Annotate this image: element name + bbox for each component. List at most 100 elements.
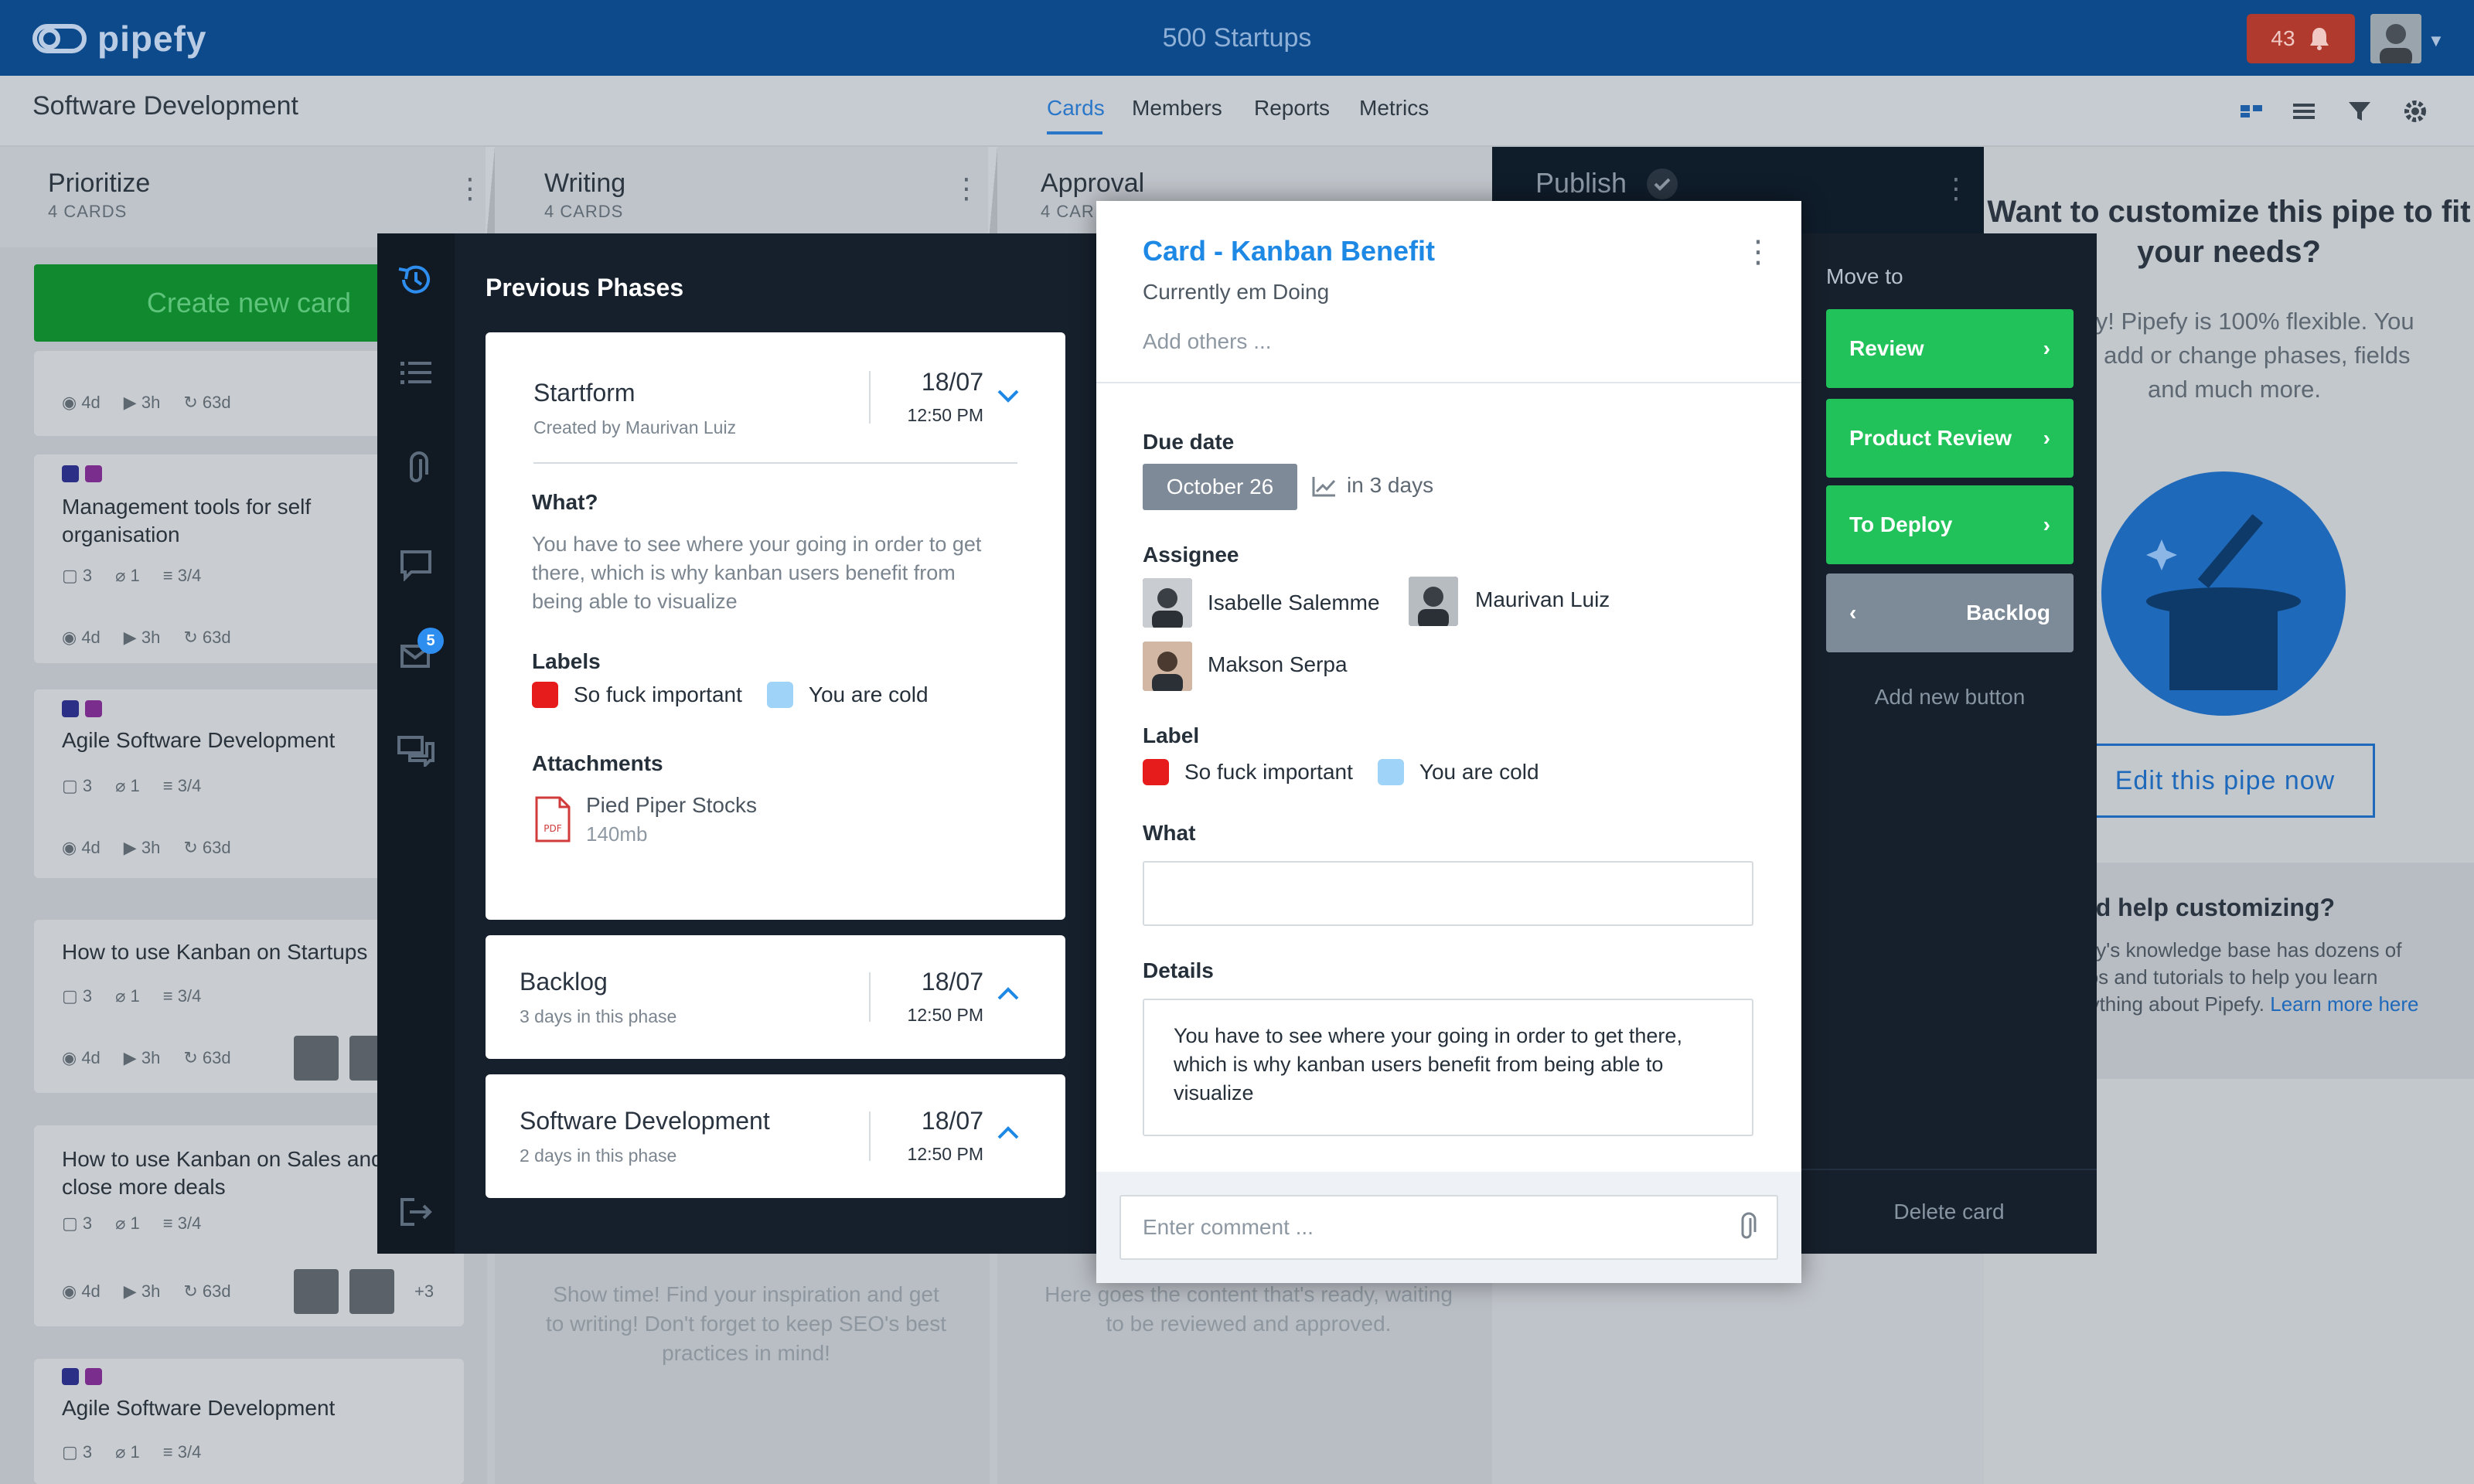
customize-body: Easy! Pipefy is 100% flexible. You can a… (2054, 308, 2414, 403)
previous-phases-title: Previous Phases (486, 274, 684, 301)
person-icon (1409, 577, 1458, 626)
phase-menu-icon[interactable]: ⋮ (1942, 175, 1970, 203)
cycle-icon: ↻ 63d (183, 838, 231, 857)
phase-prioritize[interactable]: Prioritize 4 CARDS (48, 168, 150, 269)
label-label: Label (1143, 723, 1200, 747)
card-counts: ▢ 3 ⌀ 1 ≡ 3/4 (62, 776, 201, 796)
notifications-button[interactable]: 43 (2247, 14, 2355, 63)
attachments-label: Attachments (532, 751, 663, 775)
person-icon (1143, 642, 1192, 691)
kanban-view-icon[interactable] (2237, 97, 2265, 125)
comment-icon[interactable] (397, 547, 434, 581)
move-to-deploy-button[interactable]: To Deploy › (1826, 485, 2074, 564)
phase-count: 4 CARDS (48, 202, 128, 221)
what-label: What? (532, 490, 598, 514)
attachment-icon: ⌀ 1 (115, 1213, 140, 1233)
move-backlog-button[interactable]: ‹ Backlog (1826, 574, 2074, 652)
more-assignees-count: +3 (414, 1281, 434, 1301)
history-icon[interactable] (396, 260, 436, 300)
delete-card-button[interactable]: Delete card (1801, 1169, 2097, 1254)
chevron-up-icon[interactable] (996, 985, 1021, 1002)
card-labels: So fuck important You are cold (1143, 759, 1539, 785)
chevron-right-icon: › (2043, 426, 2050, 450)
phase-duration: 2 days in this phase (520, 1145, 677, 1166)
user-avatar[interactable] (2370, 14, 2421, 63)
chevron-up-icon[interactable] (996, 1124, 1021, 1141)
labels-list: So fuck important You are cold (532, 682, 929, 708)
phase-menu-icon[interactable]: ⋮ (456, 175, 484, 203)
due-date-field[interactable]: October 26 (1143, 464, 1297, 510)
learn-more-link[interactable]: Learn more here (2270, 992, 2418, 1016)
move-product-review-button[interactable]: Product Review › (1826, 399, 2074, 478)
list-view-icon[interactable] (2290, 97, 2318, 125)
card-counts: ▢ 3 ⌀ 1 ≡ 3/4 (62, 1213, 201, 1234)
active-tab-indicator (1047, 131, 1102, 134)
gear-icon[interactable] (2401, 97, 2429, 125)
divider (1096, 382, 1801, 383)
attachment-icon: ⌀ 1 (115, 1442, 140, 1462)
details-textarea[interactable]: You have to see where your going in orde… (1143, 999, 1753, 1136)
exit-icon[interactable] (397, 1195, 434, 1229)
phase-count: 4 CARDS (544, 202, 624, 221)
label-text[interactable]: So fuck important (1184, 760, 1353, 785)
move-to-title: Move to (1826, 264, 1903, 288)
chevron-right-icon: › (2043, 512, 2050, 536)
button-label: Product Review (1849, 426, 2012, 450)
assignee-label: Assignee (1143, 543, 1239, 567)
card-counts: ▢ 3 ⌀ 1 ≡ 3/4 (62, 1442, 201, 1462)
toggle-icon: ◉ 4d (62, 393, 101, 412)
startform-phase-card: Startform Created by Maurivan Luiz 18/07… (486, 332, 1065, 920)
move-review-button[interactable]: Review › (1826, 309, 2074, 388)
backlog-phase-card[interactable]: Backlog 3 days in this phase 18/07 12:50… (486, 935, 1065, 1059)
divider (869, 371, 871, 424)
toggle-icon: ◉ 4d (62, 1281, 101, 1301)
bell-icon (2309, 28, 2329, 50)
add-others-link[interactable]: Add others ... (1143, 329, 1272, 354)
toggle-icon: ◉ 4d (62, 628, 101, 647)
assignee-avatar[interactable] (1143, 578, 1192, 628)
created-by: Created by Maurivan Luiz (533, 417, 737, 437)
phase-name: Backlog (520, 968, 608, 996)
label-text[interactable]: You are cold (1419, 760, 1539, 785)
comment-icon: ▢ 3 (62, 566, 93, 585)
tab-metrics[interactable]: Metrics (1359, 96, 1429, 121)
phase-date: 18/07 (921, 1107, 983, 1135)
card-item[interactable]: Agile Software Development ▢ 3 ⌀ 1 ≡ 3/4 (34, 1359, 464, 1484)
conversation-icon[interactable] (396, 733, 436, 767)
assignee-name: Isabelle Salemme (1208, 591, 1380, 614)
attachment-icon[interactable] (399, 451, 433, 488)
comment-placeholder: Enter comment ... (1143, 1215, 1314, 1239)
what-input[interactable] (1143, 861, 1753, 926)
cycle-icon: ↻ 63d (183, 393, 231, 412)
time-icon: ▶ 3h (123, 1281, 161, 1301)
approval-phase-description: Here goes the content that's ready, wait… (1044, 1282, 1453, 1336)
list-icon[interactable] (397, 357, 434, 391)
tab-members[interactable]: Members (1132, 96, 1222, 121)
paperclip-icon[interactable] (1735, 1212, 1758, 1243)
phase-menu-icon[interactable]: ⋮ (952, 175, 980, 203)
magic-hat-icon (2101, 471, 2346, 716)
chevron-down-icon[interactable] (996, 388, 1021, 405)
pdf-file-icon[interactable]: PDF (533, 795, 572, 844)
software-development-phase-card[interactable]: Software Development 2 days in this phas… (486, 1074, 1065, 1198)
tab-reports[interactable]: Reports (1254, 96, 1330, 121)
assignee-avatar[interactable] (1143, 642, 1192, 691)
attachment-icon: ⌀ 1 (115, 986, 140, 1006)
filter-icon[interactable] (2346, 97, 2373, 125)
time-icon: ▶ 3h (123, 1048, 161, 1067)
comment-icon: ▢ 3 (62, 986, 93, 1006)
tab-cards[interactable]: Cards (1047, 96, 1105, 121)
attachment-name[interactable]: Pied Piper Stocks (586, 793, 757, 818)
assignee-name: Makson Serpa (1208, 652, 1348, 676)
label-text: You are cold (808, 682, 929, 706)
assignee-avatar[interactable] (1409, 577, 1458, 626)
phase-name: Prioritize (48, 168, 151, 198)
assignee-avatar (294, 1269, 339, 1314)
add-new-button[interactable]: Add new button (1826, 685, 2074, 710)
card-menu-icon[interactable]: ⋮ (1743, 237, 1774, 267)
organization-name: 500 Startups (1162, 22, 1312, 53)
chevron-down-icon[interactable]: ▼ (2428, 31, 2445, 51)
due-relative: in 3 days (1347, 473, 1434, 497)
edit-pipe-button[interactable]: Edit this pipe now (2075, 744, 2375, 818)
phase-date: 18/07 (921, 968, 983, 996)
